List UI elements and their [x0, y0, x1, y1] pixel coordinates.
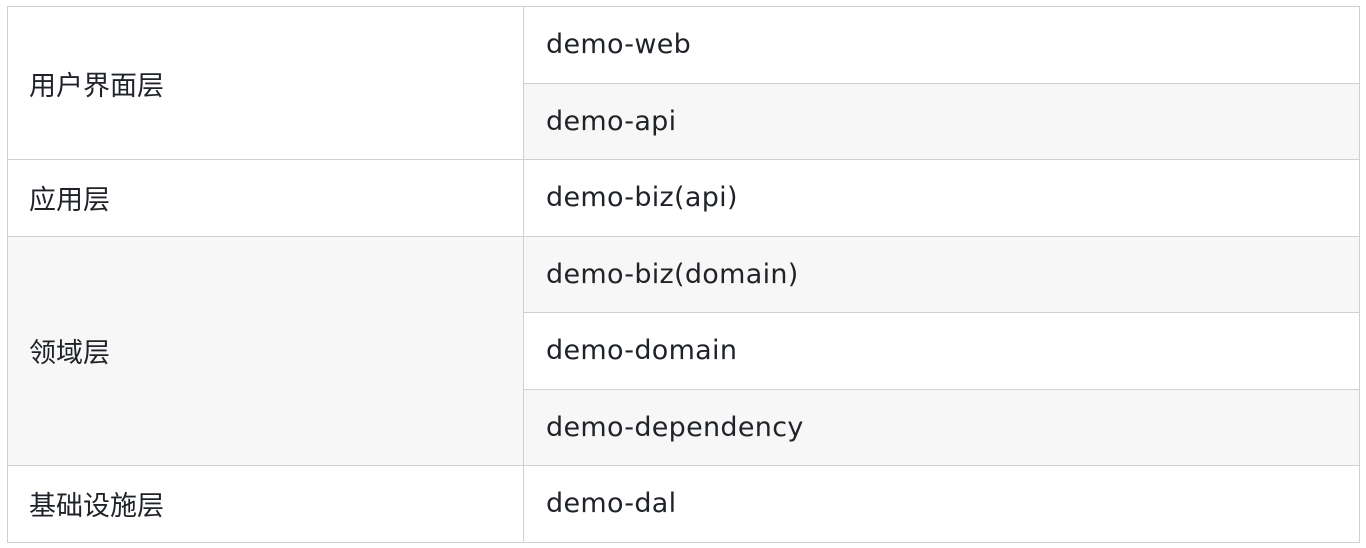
table-row: 领域层 demo-biz(domain) — [7, 235, 1360, 466]
table-row: 用户界面层 demo-web — [7, 6, 1360, 160]
table-row: 应用层 demo-biz(api) — [7, 159, 1360, 237]
module-cell: demo-dependency — [523, 388, 1360, 466]
module-cell: demo-biz(api) — [523, 159, 1360, 237]
module-cell: demo-biz(domain) — [523, 235, 1360, 313]
layer-cell-ui: 用户界面层 — [7, 6, 524, 160]
module-cell: demo-dal — [523, 465, 1360, 543]
layer-cell-domain: 领域层 — [7, 235, 524, 466]
layer-module-table-container: 用户界面层 demo-web demo-api 应用层 demo-biz(api… — [7, 6, 1360, 543]
module-cell: demo-domain — [523, 312, 1360, 390]
layer-cell-infrastructure: 基础设施层 — [7, 465, 524, 543]
table-row: 基础设施层 demo-dal — [7, 465, 1360, 543]
layer-cell-application: 应用层 — [7, 159, 524, 237]
module-cell: demo-web — [523, 6, 1360, 84]
layer-module-table: 用户界面层 demo-web demo-api 应用层 demo-biz(api… — [7, 6, 1360, 543]
module-cell: demo-api — [523, 82, 1360, 160]
